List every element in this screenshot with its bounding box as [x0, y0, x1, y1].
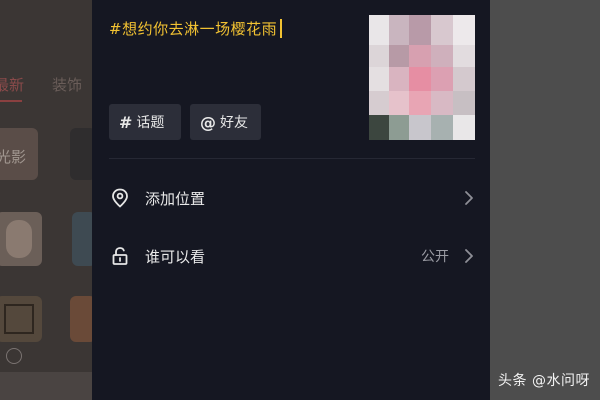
- bg-effect-card: [70, 296, 92, 342]
- bg-effect-card: 光影: [0, 128, 38, 180]
- add-location-label: 添加位置: [145, 189, 206, 208]
- chevron-right-icon: [463, 248, 475, 264]
- screen: 最新 装饰 光影 头条 @水问呀 #想约你去淋一场樱花雨 # 话题 @ 好友 添…: [0, 0, 600, 400]
- unlock-icon: [109, 245, 131, 267]
- bg-tab-latest: 最新: [0, 76, 25, 94]
- location-pin-icon: [109, 187, 131, 209]
- bg-tab-indicator: [0, 100, 22, 102]
- at-icon: @: [200, 112, 216, 132]
- video-cover-thumbnail[interactable]: [369, 15, 475, 140]
- visibility-label: 谁可以看: [145, 247, 206, 266]
- visibility-row[interactable]: 谁可以看 公开: [109, 236, 475, 276]
- right-margin: 头条 @水问呀: [490, 0, 600, 400]
- friend-label: 好友: [220, 115, 248, 131]
- bg-effect-label: 光影: [0, 148, 27, 166]
- hash-icon: #: [119, 112, 133, 132]
- topic-button[interactable]: # 话题: [109, 104, 181, 140]
- topic-label: 话题: [136, 115, 165, 131]
- bg-effect-card: [72, 212, 92, 266]
- bg-effect-card: [0, 296, 42, 342]
- visibility-value: 公开: [421, 249, 449, 265]
- background-app: 最新 装饰 光影: [0, 0, 92, 400]
- publish-panel: #想约你去淋一场樱花雨 # 话题 @ 好友 添加位置 谁可以看 公开: [92, 0, 490, 400]
- bg-bottom-bar: [0, 372, 92, 400]
- bg-tab-decor: 装饰: [52, 76, 83, 94]
- mention-friend-button[interactable]: @ 好友: [190, 104, 261, 140]
- bg-radio-icon: [6, 348, 22, 364]
- chevron-right-icon: [463, 190, 475, 206]
- divider: [109, 158, 475, 159]
- caption-text: #想约你去淋一场樱花雨: [109, 20, 278, 38]
- watermark: 头条 @水问呀: [498, 373, 590, 389]
- bg-effect-card: [0, 212, 42, 266]
- text-cursor: [280, 19, 283, 38]
- caption-input[interactable]: #想约你去淋一场樱花雨: [109, 18, 283, 39]
- add-location-row[interactable]: 添加位置: [109, 178, 475, 218]
- bg-effect-card: [70, 128, 92, 180]
